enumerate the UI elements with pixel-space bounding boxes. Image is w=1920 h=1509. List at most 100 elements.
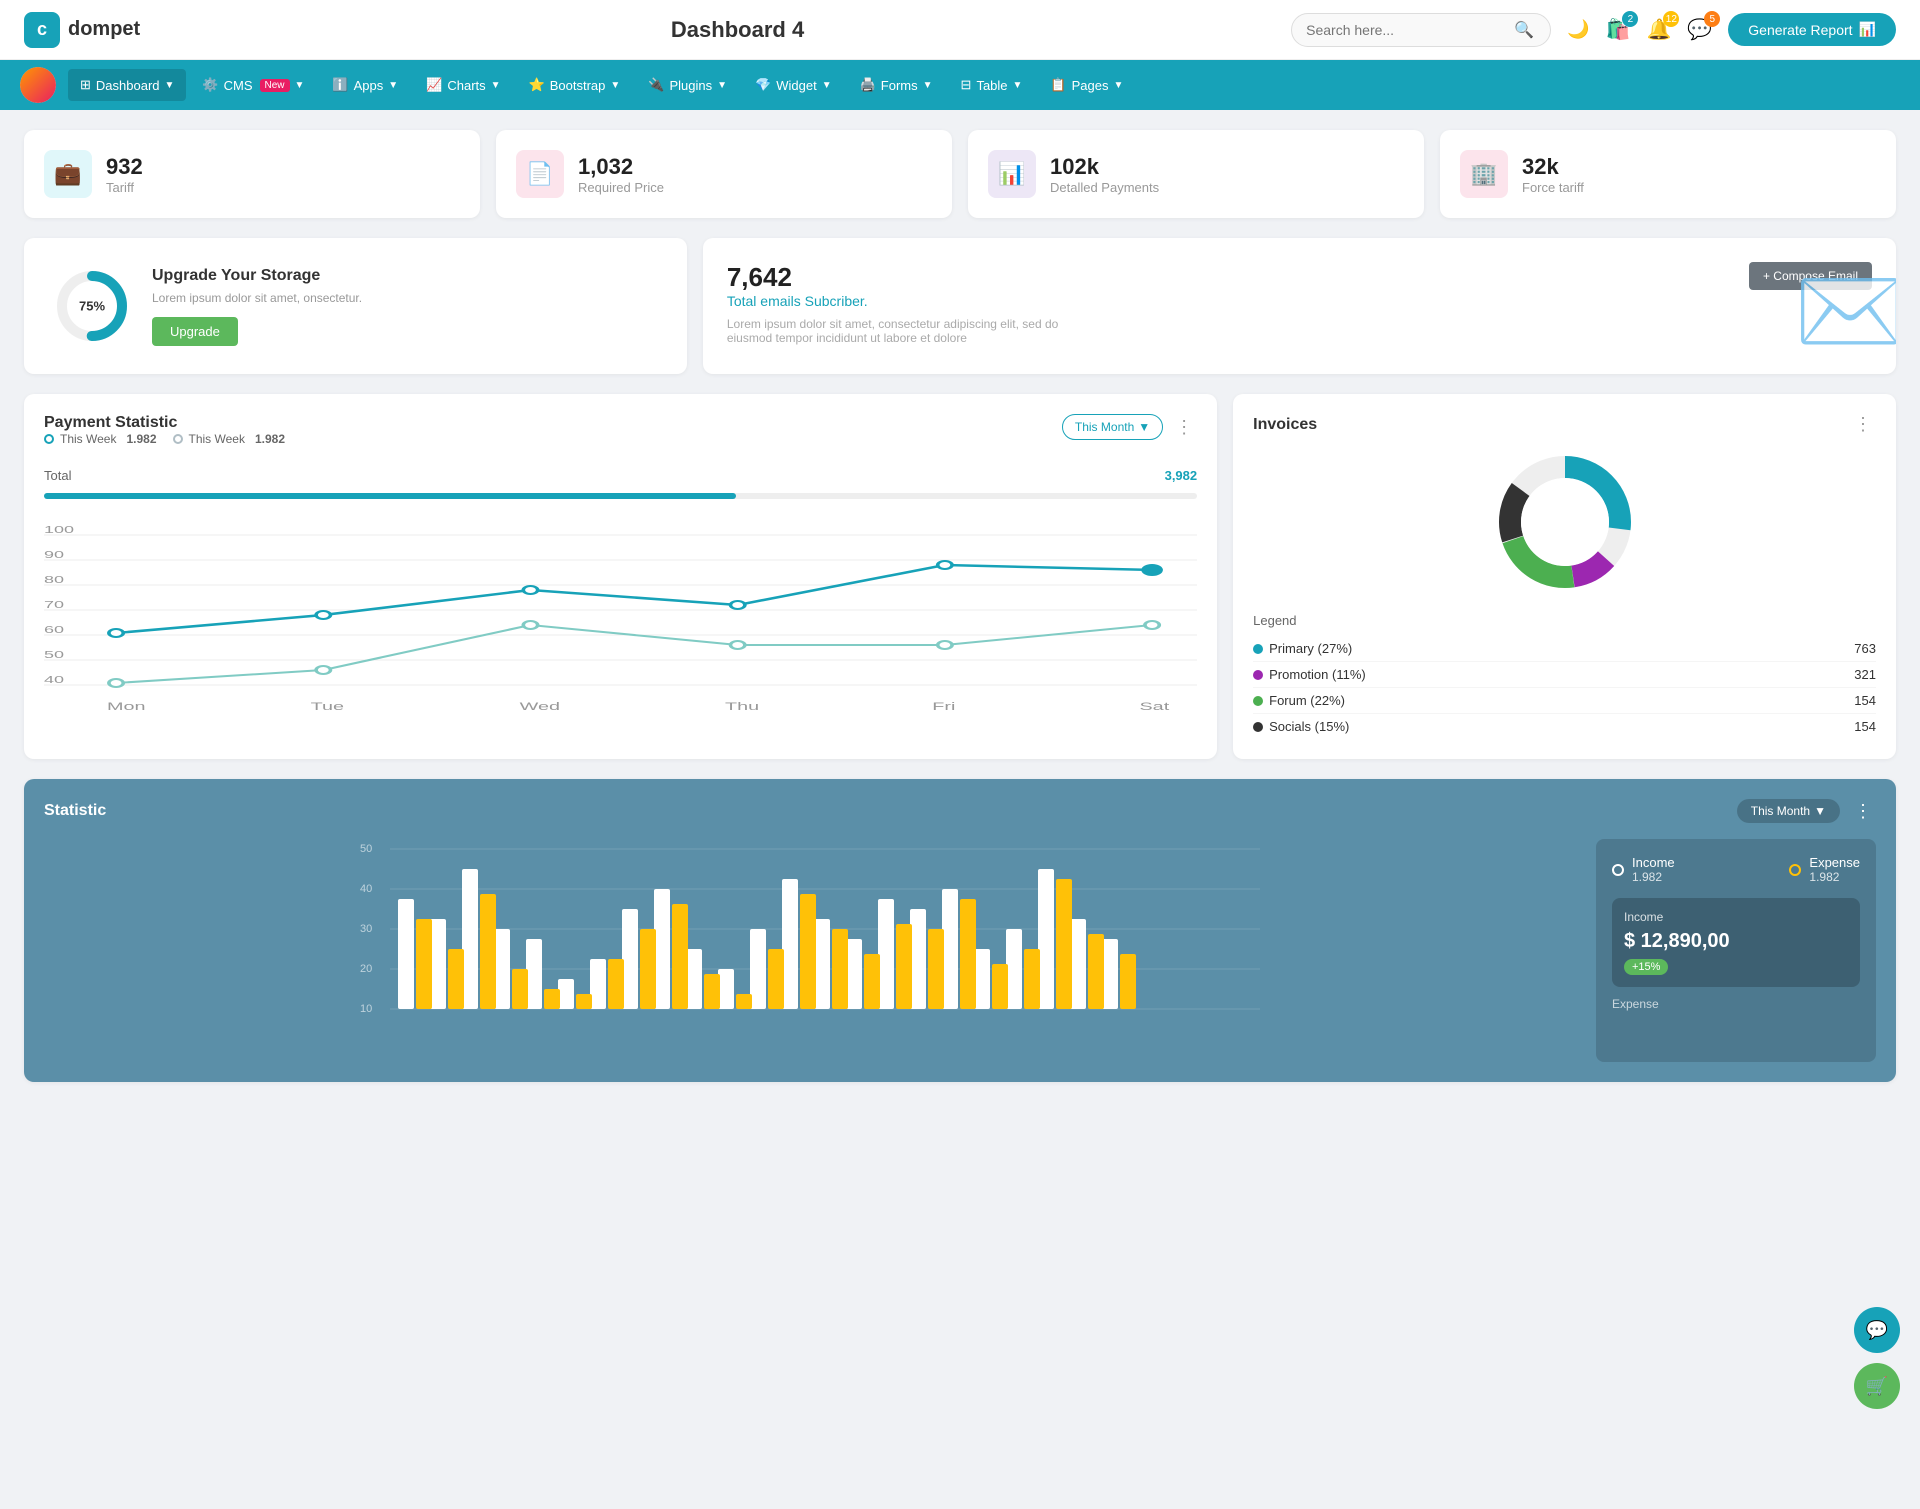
bootstrap-arrow-icon: ▼ (610, 80, 620, 91)
primary-dot (1253, 644, 1263, 654)
upgrade-percent: 75% (79, 299, 105, 314)
progress-bar-fill (44, 493, 736, 499)
statistic-header: Statistic This Month ▼ ⋮ (44, 799, 1876, 823)
legend-item-this-week-1: This Week 1.982 (44, 432, 157, 446)
nav-item-charts[interactable]: 📈 Charts ▼ (414, 69, 512, 101)
payments-label: Detalled Payments (1050, 180, 1159, 195)
tariff-icon: 💼 (44, 150, 92, 198)
logo: c dompet (24, 12, 184, 48)
dashboard-arrow-icon: ▼ (165, 80, 175, 91)
payment-chart-controls: This Month ▼ ⋮ (1062, 414, 1197, 440)
legend-dot-2 (173, 434, 183, 444)
svg-text:90: 90 (44, 550, 64, 561)
progress-bar (44, 493, 1197, 499)
income-box: Income $ 12,890,00 +15% (1612, 898, 1860, 987)
table-icon: ⊟ (961, 77, 972, 93)
svg-text:30: 30 (360, 923, 372, 935)
email-card-top: 7,642 Total emails Subcriber. Lorem ipsu… (727, 262, 1872, 345)
income-amount: $ 12,890,00 (1624, 930, 1848, 953)
statistic-controls: This Month ▼ ⋮ (1737, 799, 1876, 823)
apps-arrow-icon: ▼ (388, 80, 398, 91)
search-input[interactable] (1306, 22, 1506, 38)
statistic-more-button[interactable]: ⋮ (1850, 801, 1876, 822)
plugins-arrow-icon: ▼ (717, 80, 727, 91)
cart-fab-button[interactable]: 🛒 (1854, 1363, 1900, 1409)
widget-icon: 💎 (755, 77, 771, 93)
required-price-label: Required Price (578, 180, 664, 195)
bell-badge: 12 (1663, 11, 1679, 27)
income-dot (1612, 864, 1624, 876)
search-box: 🔍 (1291, 13, 1551, 47)
promotion-dot (1253, 670, 1263, 680)
chat-icon[interactable]: 💬 5 (1687, 17, 1712, 42)
chat-fab-button[interactable]: 💬 (1854, 1307, 1900, 1353)
nav-item-bootstrap[interactable]: ⭐ Bootstrap ▼ (517, 69, 633, 101)
svg-text:50: 50 (360, 843, 372, 855)
email-count: 7,642 (727, 262, 1302, 293)
invoices-more-button[interactable]: ⋮ (1850, 414, 1876, 435)
nav-item-table[interactable]: ⊟ Table ▼ (949, 69, 1035, 101)
income-badge: +15% (1624, 959, 1668, 975)
apps-icon: ℹ️ (332, 77, 348, 93)
pages-icon: 📋 (1050, 77, 1066, 93)
cart-icon[interactable]: 🛍️ 2 (1606, 17, 1631, 42)
svg-text:Mon: Mon (107, 700, 146, 712)
forum-dot (1253, 696, 1263, 706)
invoices-legend-list: Primary (27%) 763 Promotion (11%) 321 Fo… (1253, 636, 1876, 739)
nav-item-forms[interactable]: 🖨️ Forms ▼ (848, 69, 945, 101)
stat-card-required-price: 📄 1,032 Required Price (496, 130, 952, 218)
income-expense-row: Income 1.982 Expense 1.982 (1612, 855, 1860, 884)
svg-text:80: 80 (44, 575, 64, 586)
svg-text:50: 50 (44, 650, 64, 661)
stat-info-force-tariff: 32k Force tariff (1522, 154, 1584, 195)
nav-item-plugins[interactable]: 🔌 Plugins ▼ (636, 69, 739, 101)
svg-text:Wed: Wed (520, 700, 560, 712)
theme-toggle-icon[interactable]: 🌙 (1567, 19, 1589, 40)
legend-dot-1 (44, 434, 54, 444)
upgrade-card: 75% Upgrade Your Storage Lorem ipsum dol… (24, 238, 687, 374)
upgrade-button[interactable]: Upgrade (152, 317, 238, 346)
stat-info-payments: 102k Detalled Payments (1050, 154, 1159, 195)
middle-row: 75% Upgrade Your Storage Lorem ipsum dol… (24, 238, 1896, 374)
dashboard-icon: ⊞ (80, 77, 91, 93)
invoices-donut (1253, 447, 1876, 597)
svg-text:60: 60 (44, 625, 64, 636)
legend-socials: Socials (15%) 154 (1253, 714, 1876, 739)
svg-text:10: 10 (360, 1003, 372, 1015)
socials-dot (1253, 722, 1263, 732)
expense-item: Expense 1.982 (1789, 855, 1860, 884)
tariff-value: 932 (106, 154, 143, 180)
required-price-value: 1,032 (578, 154, 664, 180)
nav-item-widget[interactable]: 💎 Widget ▼ (743, 69, 844, 101)
cms-icon: ⚙️ (202, 77, 218, 93)
svg-text:Thu: Thu (725, 700, 759, 712)
expense-dot (1789, 864, 1801, 876)
fab-container: 💬 🛒 (1854, 1307, 1900, 1409)
invoices-header: Invoices ⋮ (1253, 414, 1876, 435)
payment-chart-header: Payment Statistic This Week 1.982 This W… (44, 414, 1197, 456)
navbar: ⊞ Dashboard ▼ ⚙️ CMS New ▼ ℹ️ Apps ▼ 📈 C… (0, 60, 1920, 110)
nav-item-pages[interactable]: 📋 Pages ▼ (1038, 69, 1135, 101)
this-month-button[interactable]: This Month ▼ (1062, 414, 1163, 440)
legend-primary: Primary (27%) 763 (1253, 636, 1876, 662)
legend-item-this-week-2: This Week 1.982 (173, 432, 286, 446)
upgrade-text: Upgrade Your Storage Lorem ipsum dolor s… (152, 267, 362, 346)
force-tariff-label: Force tariff (1522, 180, 1584, 195)
search-icon[interactable]: 🔍 (1514, 20, 1534, 40)
chart-totals: Total 3,982 (44, 468, 1197, 483)
invoices-title: Invoices (1253, 416, 1317, 434)
page-title: Dashboard 4 (200, 17, 1275, 43)
nav-item-dashboard[interactable]: ⊞ Dashboard ▼ (68, 69, 186, 101)
payment-chart-left: Payment Statistic This Week 1.982 This W… (44, 414, 285, 456)
generate-report-button[interactable]: Generate Report 📊 (1728, 13, 1896, 46)
bell-icon[interactable]: 🔔 12 (1646, 17, 1671, 42)
payment-more-button[interactable]: ⋮ (1171, 417, 1197, 438)
widget-arrow-icon: ▼ (822, 80, 832, 91)
table-arrow-icon: ▼ (1013, 80, 1023, 91)
header: c dompet Dashboard 4 🔍 🌙 🛍️ 2 🔔 12 💬 5 G… (0, 0, 1920, 60)
nav-item-apps[interactable]: ℹ️ Apps ▼ (320, 69, 410, 101)
statistic-card: Statistic This Month ▼ ⋮ 50 (24, 779, 1896, 1082)
statistic-month-button[interactable]: This Month ▼ (1737, 799, 1840, 823)
payments-value: 102k (1050, 154, 1159, 180)
nav-item-cms[interactable]: ⚙️ CMS New ▼ (190, 69, 316, 101)
